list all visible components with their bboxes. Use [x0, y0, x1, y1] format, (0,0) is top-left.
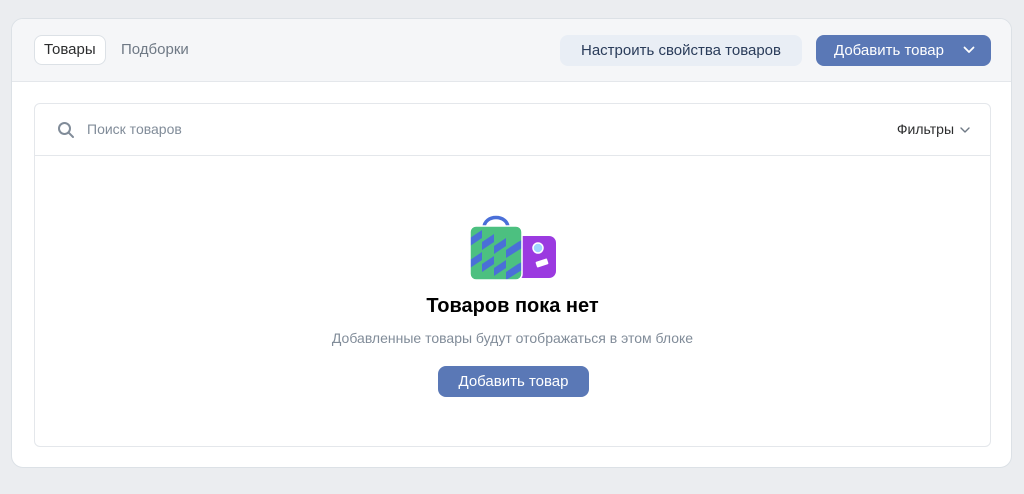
empty-state-title: Товаров пока нет: [426, 295, 599, 317]
search-input[interactable]: [87, 116, 587, 142]
products-panel: Фильтры: [34, 103, 991, 447]
search-icon: [58, 122, 74, 138]
shopping-bag-icon: [469, 215, 556, 281]
configure-properties-button[interactable]: Настроить свойства товаров: [560, 35, 802, 66]
empty-state-subtitle: Добавленные товары будут отображаться в …: [331, 330, 694, 346]
tab-products[interactable]: Товары: [34, 35, 106, 65]
chevron-down-icon: [960, 127, 970, 133]
filters-dropdown[interactable]: Фильтры: [897, 121, 970, 137]
filters-label: Фильтры: [896, 121, 954, 137]
add-product-dropdown-button[interactable]: Добавить товар: [816, 35, 991, 66]
add-product-button[interactable]: Добавить товар: [438, 366, 589, 397]
add-product-label: Добавить товар: [834, 42, 944, 59]
tab-collections[interactable]: Подборки: [112, 35, 198, 65]
card-header: Товары Подборки Настроить свойства товар…: [12, 19, 1011, 82]
search-bar: Фильтры: [35, 104, 990, 156]
chevron-down-icon: [963, 46, 975, 53]
products-card: Товары Подборки Настроить свойства товар…: [11, 18, 1012, 468]
